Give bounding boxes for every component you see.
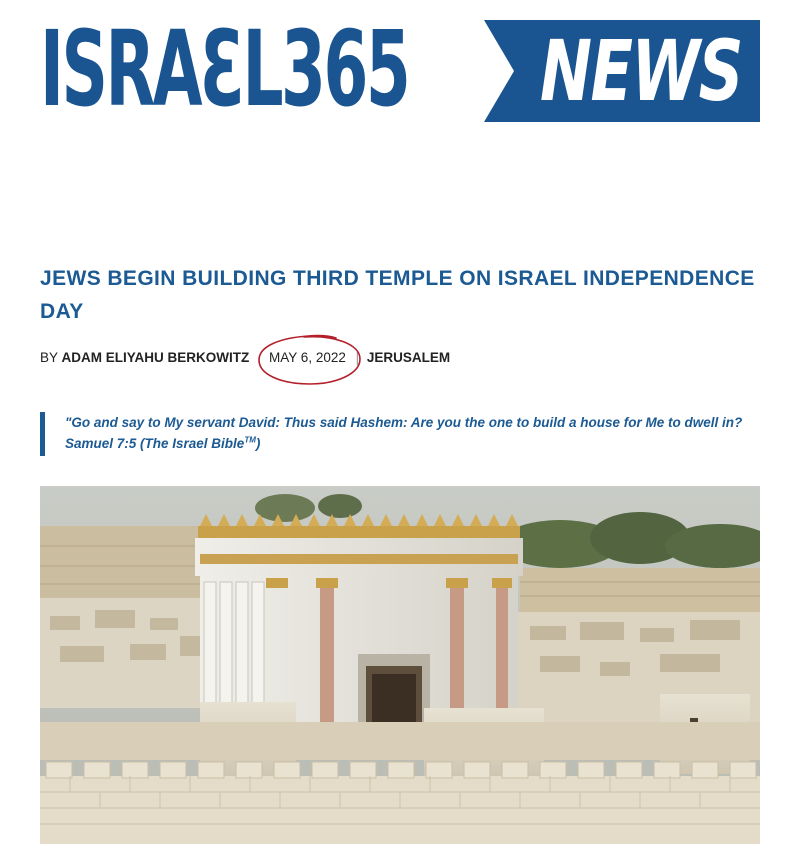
byline-prefix: BY <box>40 350 58 365</box>
quote-accent-bar <box>40 412 45 456</box>
logo-israel365-text: ISRAƐL365 <box>40 8 411 130</box>
article-byline: BY ADAM ELIYAHU BERKOWITZ MAY 6, 2022 | … <box>40 348 450 368</box>
quote-text: "Go and say to My servant David: Thus sa… <box>65 412 765 454</box>
article-headline: JEWS BEGIN BUILDING THIRD TEMPLE ON ISRA… <box>40 267 755 323</box>
quote-trademark: TM <box>244 435 256 445</box>
temple-model-image <box>40 486 760 844</box>
article-hero-image <box>40 486 760 844</box>
byline-author[interactable]: ADAM ELIYAHU BERKOWITZ <box>62 350 250 365</box>
quote-body: "Go and say to My servant David: Thus sa… <box>65 415 743 451</box>
quote-closing: ) <box>255 436 261 451</box>
logo-news-flag: NEWS <box>484 20 760 122</box>
site-logo[interactable]: ISRAƐL365 NEWS <box>40 14 760 124</box>
logo-news-text: NEWS <box>540 22 743 120</box>
date-annotation-circle <box>258 334 361 385</box>
scripture-quote: "Go and say to My servant David: Thus sa… <box>40 412 760 456</box>
byline-location[interactable]: JERUSALEM <box>367 350 450 365</box>
